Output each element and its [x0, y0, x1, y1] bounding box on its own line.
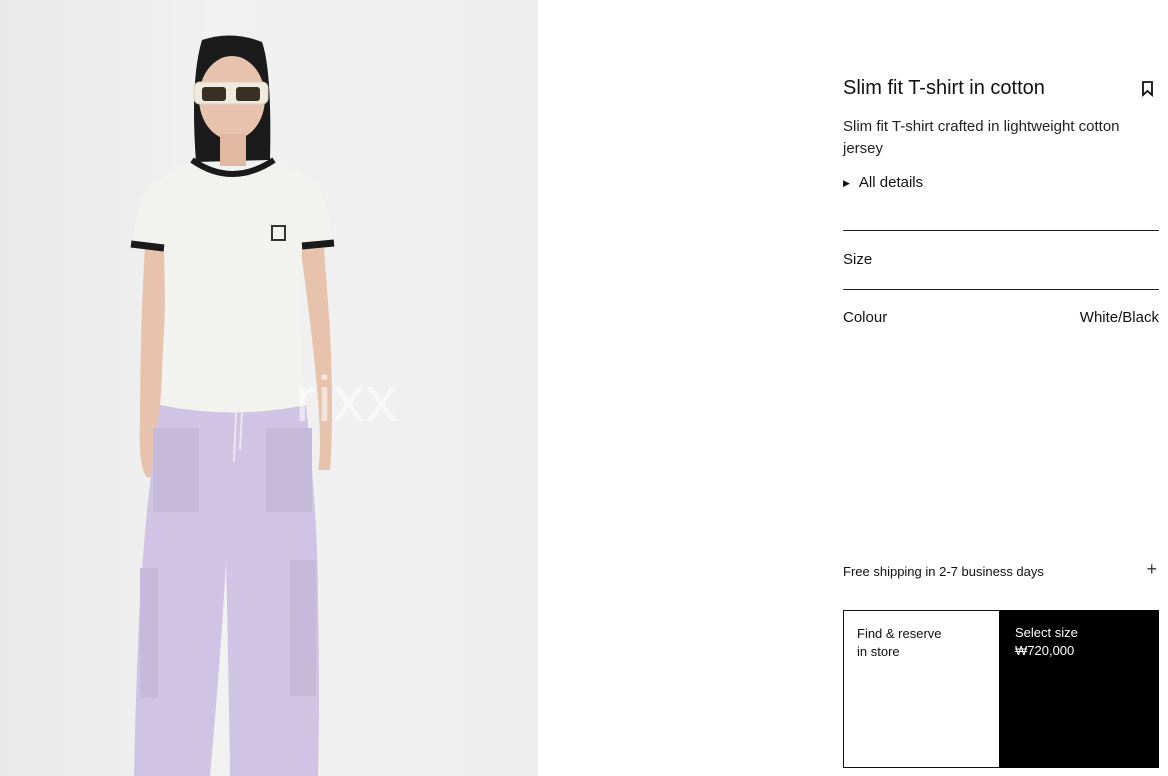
find-reserve-line2: in store — [857, 644, 900, 659]
shipping-info-toggle[interactable]: Free shipping in 2-7 business days + — [843, 559, 1159, 581]
colour-value[interactable]: White/Black — [1080, 308, 1159, 328]
bookmark-icon[interactable] — [1141, 80, 1155, 98]
triangle-right-icon: ▶ — [843, 178, 850, 188]
divider — [843, 289, 1159, 290]
all-details-toggle[interactable]: ▶ All details — [843, 173, 923, 193]
product-info-panel: Slim fit T-shirt in cotton Slim fit T-sh… — [843, 0, 1159, 776]
model-illustration — [130, 35, 335, 776]
price-label: ₩720,000 — [1015, 643, 1075, 658]
plus-icon: + — [1146, 559, 1157, 579]
size-selector[interactable]: Size — [843, 250, 872, 270]
find-reserve-button[interactable]: Find & reserve in store — [843, 610, 1000, 768]
all-details-label: All details — [858, 174, 924, 191]
product-description: Slim fit T-shirt crafted in lightweight … — [843, 118, 1120, 157]
divider — [843, 230, 1159, 231]
product-title: Slim fit T-shirt in cotton — [843, 77, 1045, 99]
shipping-label: Free shipping in 2-7 business days — [843, 564, 1044, 579]
find-reserve-line1: Find & reserve — [857, 626, 942, 641]
colour-label: Colour — [843, 309, 888, 326]
watermark-text: rixx — [295, 363, 399, 435]
select-size-button[interactable]: Select size ₩720,000 — [999, 610, 1159, 768]
product-image[interactable]: rixx — [0, 0, 538, 776]
select-size-label: Select size — [1015, 625, 1078, 640]
size-label: Size — [843, 251, 873, 268]
